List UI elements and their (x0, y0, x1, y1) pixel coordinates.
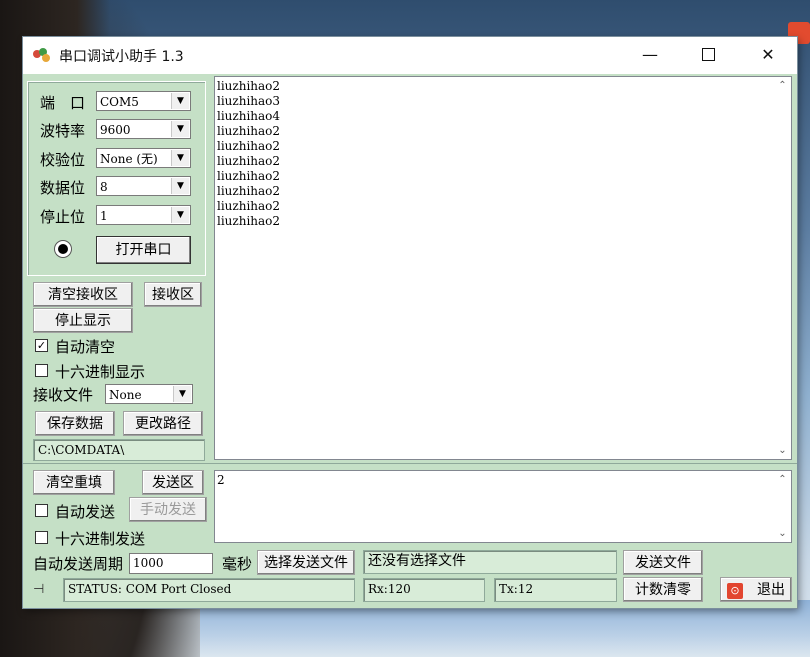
stop-display-button[interactable]: 停止显示 (33, 308, 133, 333)
receive-line: liuzhihao2 (217, 139, 281, 153)
status-field: STATUS: COM Port Closed (63, 578, 355, 602)
tx-counter-field: Tx:12 (494, 578, 617, 602)
hex-send-label: 十六进制发送 (55, 530, 146, 548)
databits-select[interactable]: 8 ▼ (96, 176, 191, 196)
hex-display-checkbox[interactable] (35, 364, 48, 377)
send-scrollbar[interactable]: ⌃ ⌄ (774, 471, 791, 542)
databits-label: 数据位 (40, 179, 86, 197)
receive-file-select[interactable]: None ▼ (105, 384, 193, 404)
auto-send-checkbox[interactable] (35, 504, 48, 517)
stopbits-value: 1 (100, 209, 108, 223)
databits-value: 8 (100, 180, 108, 194)
serial-assistant-window: 串口调试小助手 1.3 — ✕ 端 口 COM5 ▼ 波特率 9600 ▼ 校验… (23, 37, 797, 608)
section-divider (23, 463, 797, 464)
chevron-down-icon[interactable]: ▼ (171, 93, 189, 109)
pin-icon[interactable]: ⊣ (33, 583, 51, 597)
close-button[interactable]: ✕ (739, 37, 797, 74)
receive-line: liuzhihao4 (217, 109, 281, 123)
change-path-button[interactable]: 更改路径 (123, 411, 203, 436)
stop-icon: ⊙ (727, 583, 743, 599)
open-port-button[interactable]: 打开串口 (96, 236, 191, 264)
chevron-down-icon[interactable]: ▼ (171, 178, 189, 194)
auto-clear-checkbox[interactable]: ✓ (35, 339, 48, 352)
chevron-down-icon[interactable]: ▼ (171, 150, 189, 166)
save-path-field: C:\COMDATA\ (33, 439, 205, 461)
hex-send-checkbox[interactable] (35, 531, 48, 544)
receive-scrollbar[interactable]: ⌃ ⌄ (774, 77, 791, 459)
manual-send-button[interactable]: 手动发送 (129, 497, 207, 522)
receive-line: liuzhihao2 (217, 154, 281, 168)
scroll-down-icon[interactable]: ⌄ (774, 525, 791, 542)
receive-line: liuzhihao2 (217, 124, 281, 138)
auto-clear-label: 自动清空 (55, 338, 116, 356)
receive-line: liuzhihao2 (217, 184, 281, 198)
send-text-area[interactable]: 2 ⌃ ⌄ (214, 470, 792, 543)
maximize-icon (701, 48, 715, 61)
receive-line: liuzhihao2 (217, 199, 281, 213)
send-file-button[interactable]: 发送文件 (623, 550, 703, 575)
maximize-button[interactable] (679, 37, 737, 74)
chevron-down-icon[interactable]: ▼ (171, 121, 189, 137)
scroll-up-icon[interactable]: ⌃ (774, 77, 791, 94)
stopbits-label: 停止位 (40, 208, 86, 226)
parity-label: 校验位 (40, 151, 86, 169)
minimize-button[interactable]: — (621, 37, 679, 74)
baud-select[interactable]: 9600 ▼ (96, 119, 191, 139)
chevron-down-icon[interactable]: ▼ (171, 207, 189, 223)
exit-label: 退出 (757, 582, 785, 598)
receive-file-label: 接收文件 (33, 386, 94, 404)
receive-text-area[interactable]: liuzhihao2 liuzhihao3 liuzhihao4 liuzhih… (214, 76, 792, 460)
port-status-indicator-icon (54, 240, 72, 258)
receive-line: liuzhihao2 (217, 79, 281, 93)
select-send-file-button[interactable]: 选择发送文件 (257, 550, 355, 575)
baud-label: 波特率 (40, 122, 86, 140)
clear-receive-button[interactable]: 清空接收区 (33, 282, 133, 307)
receive-line: liuzhihao3 (217, 94, 281, 108)
auto-send-label: 自动发送 (55, 503, 116, 521)
save-data-button[interactable]: 保存数据 (35, 411, 115, 436)
port-select[interactable]: COM5 ▼ (96, 91, 191, 111)
hex-display-label: 十六进制显示 (55, 363, 146, 381)
auto-send-period-label: 自动发送周期 (33, 555, 124, 573)
chevron-down-icon[interactable]: ▼ (173, 386, 191, 402)
baud-value: 9600 (100, 123, 131, 137)
rx-counter-field: Rx:120 (363, 578, 485, 602)
title-bar[interactable]: 串口调试小助手 1.3 — ✕ (23, 37, 797, 74)
port-label: 端 口 (40, 94, 86, 112)
milliseconds-label: 毫秒 (222, 555, 253, 573)
send-text: 2 (217, 473, 225, 487)
port-value: COM5 (100, 95, 139, 109)
scroll-down-icon[interactable]: ⌄ (774, 442, 791, 459)
desktop-background-clouds (200, 600, 810, 657)
auto-send-period-input[interactable]: 1000 (129, 553, 213, 574)
send-file-status-field: 还没有选择文件 (363, 550, 617, 574)
parity-value: None (无) (100, 152, 158, 166)
app-icon (33, 48, 51, 62)
receive-file-value: None (109, 388, 142, 402)
send-area-button[interactable]: 发送区 (142, 470, 204, 495)
receive-lines: liuzhihao2 liuzhihao3 liuzhihao4 liuzhih… (217, 79, 280, 229)
receive-line: liuzhihao2 (217, 169, 281, 183)
receive-line: liuzhihao2 (217, 214, 281, 228)
scroll-up-icon[interactable]: ⌃ (774, 471, 791, 488)
receive-area-button[interactable]: 接收区 (144, 282, 202, 307)
stopbits-select[interactable]: 1 ▼ (96, 205, 191, 225)
parity-select[interactable]: None (无) ▼ (96, 148, 191, 168)
reset-count-button[interactable]: 计数清零 (623, 577, 703, 602)
clear-refill-button[interactable]: 清空重填 (33, 470, 115, 495)
window-title: 串口调试小助手 1.3 (59, 49, 184, 65)
